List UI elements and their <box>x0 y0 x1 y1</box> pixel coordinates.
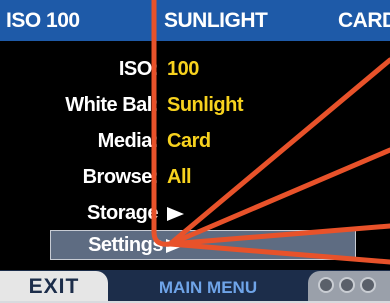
menu-item-label: ISO: <box>118 58 159 80</box>
menu-item-browse[interactable]: Browse: All <box>0 160 390 196</box>
menu-item-label: Storage <box>87 202 158 224</box>
menu-item-media[interactable]: Media: Card <box>0 124 390 160</box>
menu-item-value: 100 <box>167 58 199 80</box>
menu-item-label: Settings <box>88 234 163 256</box>
bottom-bar: EXIT MAIN MENU <box>0 270 390 301</box>
menu-item-value: All <box>167 166 192 188</box>
menu-item-iso[interactable]: ISO: 100 <box>0 52 390 88</box>
status-media: CARD <box>338 9 390 32</box>
submenu-arrow-icon <box>166 239 183 253</box>
camera-menu-screen: ISO 100 SUNLIGHT CARD ISO: 100 White Bal… <box>0 0 390 301</box>
dot-icon <box>360 277 376 293</box>
menu-item-value: Card <box>167 130 211 152</box>
menu-item-label: Media: <box>97 130 159 152</box>
menu-item-white-balance[interactable]: White Bal: Sunlight <box>0 88 390 124</box>
more-button[interactable] <box>308 271 390 301</box>
dot-icon <box>318 277 334 293</box>
status-bar: ISO 100 SUNLIGHT CARD <box>0 0 390 41</box>
menu-title: MAIN MENU <box>158 278 258 297</box>
exit-button[interactable]: EXIT <box>0 271 108 301</box>
status-iso: ISO 100 <box>6 9 80 32</box>
menu-item-storage[interactable]: Storage <box>0 196 390 232</box>
submenu-arrow-icon <box>167 207 184 221</box>
menu-item-settings[interactable]: Settings <box>50 230 356 260</box>
menu-item-label: White Bal: <box>65 94 158 116</box>
status-white-balance: SUNLIGHT <box>164 9 268 32</box>
menu-item-value: Sunlight <box>167 94 243 116</box>
menu-item-label: Browse: <box>82 166 159 188</box>
dot-icon <box>339 277 355 293</box>
